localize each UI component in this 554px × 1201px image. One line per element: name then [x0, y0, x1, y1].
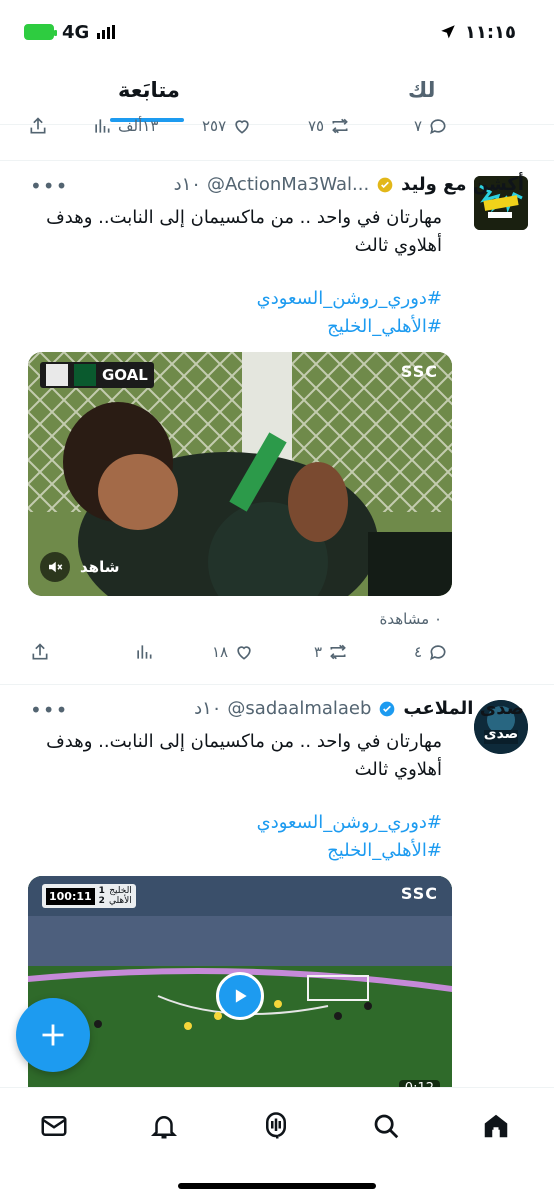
retweet-icon	[330, 644, 346, 660]
plus-icon	[42, 1024, 64, 1046]
tweet-actions: ١٨ ٣ ٤	[0, 642, 554, 682]
heart-icon	[235, 120, 249, 134]
avatar-text: صدى	[483, 726, 519, 742]
previous-tweet-actions: ١٣ألف ٢٥٧ ٧٥ ٧	[0, 116, 554, 156]
team-2: الأهلي	[108, 896, 132, 906]
more-options-button[interactable]: •••	[30, 698, 68, 722]
likes-count: ٢٥٧	[202, 117, 227, 135]
ssc-logo: SSC	[400, 884, 438, 903]
tweet-text: مهارتان في واحد .. من ماكسيمان إلى الناب…	[46, 731, 442, 780]
signal-icon	[97, 25, 116, 39]
divider	[0, 160, 554, 161]
tab-for-you[interactable]: لك	[408, 78, 435, 102]
score-2: 2	[98, 896, 105, 906]
tweet-header: صدى الملاعب @sadaalmalaeb ١٠د	[24, 698, 524, 719]
nav-messages[interactable]	[34, 1106, 74, 1146]
retweet-icon	[332, 118, 348, 134]
hashtag-link[interactable]: #دوري_روشن_السعودي	[257, 812, 442, 833]
reply-button[interactable]: ٧	[414, 116, 448, 136]
views-count: ٠ مشاهدة	[379, 610, 442, 628]
video-thumbnail[interactable]: 100:11 1 2 الخليج الأهلي SSC 0:12	[28, 876, 452, 1106]
nav-search[interactable]	[366, 1106, 406, 1146]
handle[interactable]: @sadaalmalaeb	[227, 698, 371, 719]
goal-label: GOAL	[102, 366, 148, 384]
status-bar: 4G ١١:١٥	[0, 0, 554, 64]
heart-icon	[237, 646, 251, 660]
likes-count: ١٨	[212, 643, 229, 661]
verified-badge-icon	[375, 175, 395, 195]
handle[interactable]: @ActionMa3Wal...	[207, 174, 369, 195]
hashtag-link[interactable]: #الأهلي_الخليج	[327, 840, 442, 861]
battery-icon	[24, 24, 57, 40]
status-left: 4G	[24, 21, 116, 43]
like-button[interactable]: ٢٥٧	[202, 116, 252, 136]
network-label: 4G	[62, 21, 90, 43]
more-options-button[interactable]: •••	[30, 174, 68, 198]
home-icon	[484, 1114, 508, 1138]
hashtag-link[interactable]: #الأهلي_الخليج	[327, 316, 442, 337]
mute-button[interactable]	[40, 552, 70, 582]
views-icon	[95, 119, 110, 133]
club-crest-icon	[46, 364, 68, 386]
tweet-header: أكشن مع وليد @ActionMa3Wal... ١٠د	[24, 174, 524, 195]
share-icon	[30, 117, 46, 134]
replies-count: ٧	[414, 117, 423, 135]
goal-badge: GOAL	[40, 362, 154, 388]
retweet-button[interactable]: ٧٥	[308, 116, 350, 136]
views-count: ١٣ألف	[118, 117, 159, 135]
views-button[interactable]	[134, 642, 154, 662]
clock: ١١:١٥	[464, 21, 516, 43]
team-column: الخليج الأهلي	[109, 886, 132, 906]
match-clock: 100:11	[46, 887, 95, 905]
share-button[interactable]	[28, 116, 48, 136]
status-right: ١١:١٥	[439, 22, 516, 43]
ssc-logo: SSC	[400, 362, 438, 381]
reply-icon	[430, 119, 446, 135]
reply-button[interactable]: ٤	[414, 642, 448, 662]
score-column: 1 2	[99, 886, 105, 906]
bell-icon	[150, 1116, 178, 1139]
reply-icon	[430, 645, 446, 661]
views-icon	[137, 645, 152, 659]
location-arrow-icon	[441, 25, 455, 39]
replies-count: ٤	[414, 643, 423, 661]
nav-notifications[interactable]	[144, 1106, 184, 1146]
spaces-icon	[266, 1112, 286, 1139]
views-button[interactable]: ١٣ألف	[92, 116, 158, 136]
home-indicator	[178, 1183, 376, 1189]
tweet-text: مهارتان في واحد .. من ماكسيمان إلى الناب…	[46, 207, 442, 256]
retweets-count: ٧٥	[308, 117, 325, 135]
timestamp: ١٠د	[173, 174, 201, 195]
muted-speaker-icon	[49, 561, 63, 573]
play-icon	[235, 989, 247, 1003]
club-crest-icon	[74, 364, 96, 386]
video-thumbnail[interactable]: GOAL SSC شاهد	[28, 352, 452, 596]
nav-home[interactable]	[476, 1106, 516, 1146]
mail-icon	[41, 1116, 67, 1136]
share-icon	[32, 643, 48, 660]
share-button[interactable]	[30, 642, 50, 662]
shahid-watermark: شاهد	[80, 558, 120, 576]
score-1: 1	[98, 886, 105, 896]
hashtag-link[interactable]: #دوري_روشن_السعودي	[257, 288, 442, 309]
tab-following[interactable]: متابَعة	[118, 78, 180, 102]
compose-tweet-button[interactable]	[16, 998, 90, 1072]
display-name[interactable]: أكشن مع وليد	[401, 174, 524, 195]
verified-badge-icon	[377, 699, 397, 719]
retweets-count: ٣	[314, 643, 323, 661]
retweet-button[interactable]: ٣	[314, 642, 348, 662]
divider	[0, 684, 554, 685]
team-1: الخليج	[109, 886, 132, 896]
timestamp: ١٠د	[194, 698, 222, 719]
nav-spaces[interactable]	[256, 1106, 296, 1146]
display-name[interactable]: صدى الملاعب	[403, 698, 524, 719]
play-button[interactable]	[216, 972, 264, 1020]
like-button[interactable]: ١٨	[212, 642, 254, 662]
search-icon	[374, 1114, 399, 1139]
scoreboard: 100:11 1 2 الخليج الأهلي	[42, 884, 136, 908]
